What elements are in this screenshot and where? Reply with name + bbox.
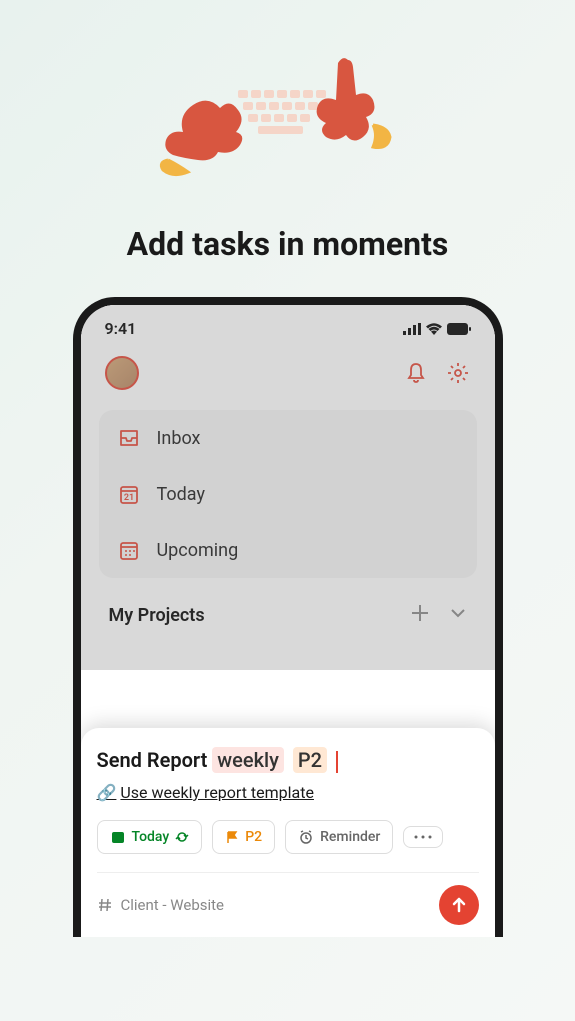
- calendar-icon: [110, 829, 126, 845]
- template-link[interactable]: 🔗 Use weekly report template: [97, 783, 479, 802]
- date-chip[interactable]: Today: [97, 820, 203, 854]
- recurrence-tag: weekly: [212, 747, 284, 773]
- link-text: Use weekly report template: [120, 783, 314, 802]
- nav-today[interactable]: 21 Today: [99, 466, 477, 522]
- status-time: 9:41: [105, 319, 137, 338]
- svg-text:21: 21: [123, 493, 133, 503]
- section-title: My Projects: [109, 605, 205, 626]
- bell-icon: [404, 361, 428, 385]
- reminder-chip[interactable]: Reminder: [285, 820, 393, 854]
- priority-tag: P2: [293, 747, 327, 773]
- gear-icon: [446, 361, 470, 385]
- hash-icon: [97, 897, 113, 913]
- phone-frame: 9:41 Inbox: [73, 297, 503, 937]
- wifi-icon: [426, 323, 442, 335]
- task-name-input[interactable]: Send Report weekly P2: [97, 748, 479, 773]
- hands-illustration: [148, 50, 428, 190]
- cellular-icon: [403, 323, 421, 335]
- avatar[interactable]: [105, 356, 139, 390]
- projects-header: My Projects: [81, 578, 495, 638]
- calendar-today-icon: 21: [117, 482, 141, 506]
- project-name: Client - Website: [121, 896, 225, 914]
- hero-headline: Add tasks in moments: [0, 225, 575, 263]
- arrow-up-icon: [449, 895, 469, 915]
- left-hand-icon: [158, 80, 268, 180]
- topbar: [81, 346, 495, 410]
- collapse-projects-button[interactable]: [449, 604, 467, 626]
- nav-item-label: Upcoming: [157, 540, 239, 561]
- nav-item-label: Today: [157, 484, 205, 505]
- flag-icon: [225, 830, 239, 844]
- battery-icon: [447, 323, 471, 335]
- compose-sheet: Send Report weekly P2 🔗 Use weekly repor…: [81, 728, 495, 937]
- calendar-upcoming-icon: [117, 538, 141, 562]
- chip-row: Today P2 Reminder: [97, 820, 479, 854]
- chevron-down-icon: [449, 604, 467, 622]
- task-text: Send Report: [97, 748, 208, 772]
- submit-button[interactable]: [439, 885, 479, 925]
- priority-chip[interactable]: P2: [212, 820, 275, 854]
- recurring-icon: [175, 830, 189, 844]
- right-hand-icon: [298, 55, 408, 175]
- plus-icon: [409, 602, 431, 624]
- add-project-button[interactable]: [409, 602, 431, 628]
- compose-footer: Client - Website: [97, 872, 479, 925]
- settings-button[interactable]: [445, 360, 471, 386]
- nav-item-label: Inbox: [157, 428, 201, 449]
- nav-upcoming[interactable]: Upcoming: [99, 522, 477, 578]
- alarm-icon: [298, 829, 314, 845]
- project-selector[interactable]: Client - Website: [97, 896, 225, 914]
- nav-list: Inbox 21 Today Upcoming: [99, 410, 477, 578]
- inbox-icon: [117, 426, 141, 450]
- status-bar: 9:41: [81, 305, 495, 346]
- more-options-button[interactable]: [403, 826, 443, 848]
- nav-inbox[interactable]: Inbox: [99, 410, 477, 466]
- text-cursor: [336, 751, 338, 773]
- link-icon: 🔗: [97, 783, 117, 802]
- notifications-button[interactable]: [403, 360, 429, 386]
- dots-icon: [414, 835, 432, 839]
